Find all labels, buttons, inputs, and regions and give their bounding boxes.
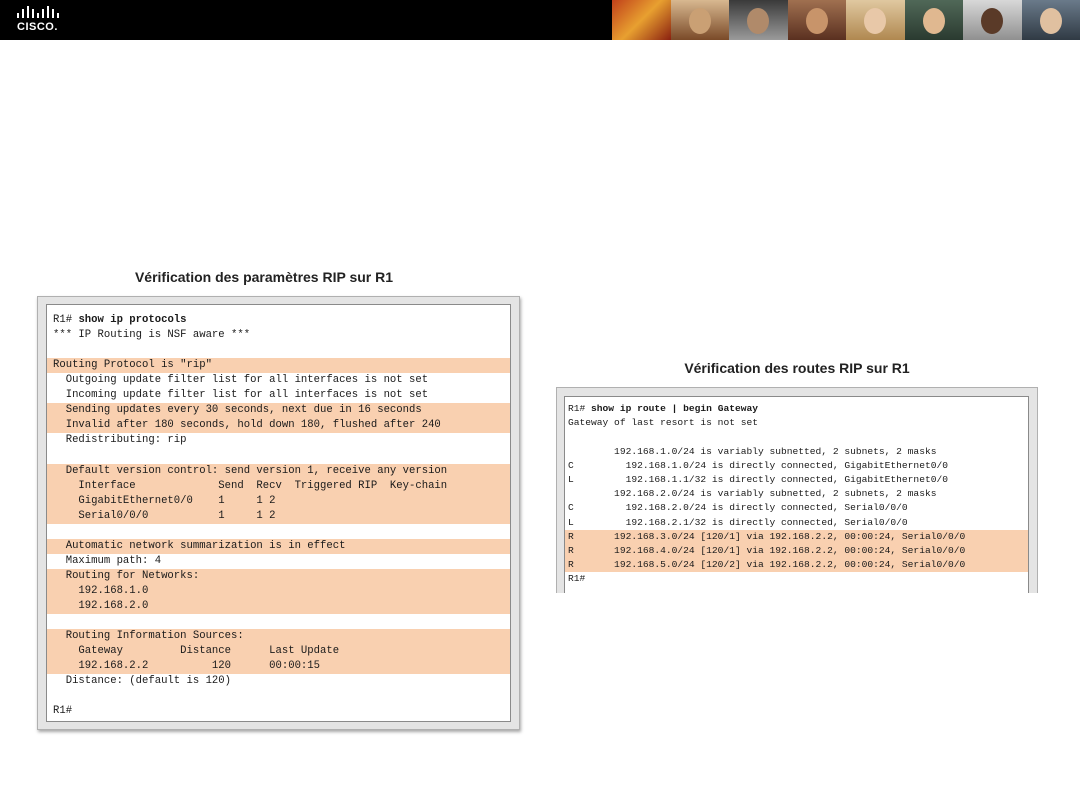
terminal-line: 192.168.2.0/24 is variably subnetted, 2 …	[568, 488, 937, 500]
terminal-line: *** IP Routing is NSF aware ***	[53, 329, 251, 342]
terminal-line-highlighted: Routing for Networks:	[47, 568, 510, 584]
photo-tile	[846, 0, 905, 40]
terminal-line-highlighted: GigabitEthernet0/0 1 1 2	[47, 493, 510, 509]
cisco-logo-text: CISCO.	[17, 21, 58, 33]
terminal-line-highlighted: Default version control: send version 1,…	[47, 463, 510, 479]
terminal-line-highlighted: 192.168.2.0	[47, 598, 510, 614]
terminal-line: Gateway of last resort is not set	[568, 417, 758, 429]
photo-tile	[904, 0, 963, 40]
terminal-line: Incoming update filter list for all inte…	[53, 389, 429, 402]
rip-parameters-terminal: R1# show ip protocols *** IP Routing is N…	[46, 304, 511, 722]
terminal-line: C 192.168.1.0/24 is directly connected, …	[568, 459, 948, 471]
cli-command: show ip route | begin Gateway	[591, 403, 758, 414]
terminal-line-highlighted: Routing Protocol is "rip"	[47, 358, 510, 374]
photo-tile	[1021, 0, 1080, 40]
terminal-line: R1# show ip route | begin Gateway	[565, 402, 1028, 416]
terminal-line-highlighted: R 192.168.3.0/24 [120/1] via 192.168.2.2…	[565, 529, 1028, 544]
photo-tile	[612, 0, 671, 40]
terminal-line-highlighted: Invalid after 180 seconds, hold down 180…	[47, 418, 510, 434]
photo-tile	[963, 0, 1022, 40]
rip-routes-terminal: R1# show ip route | begin Gateway Gateway…	[564, 396, 1029, 593]
terminal-line: Distance: (default is 120)	[53, 675, 232, 688]
terminal-line-highlighted: R 192.168.5.0/24 [120/2] via 192.168.2.2…	[565, 558, 1028, 573]
cisco-bars-icon	[17, 6, 59, 18]
cisco-logo: CISCO.	[16, 6, 64, 36]
terminal-line-highlighted: Sending updates every 30 seconds, next d…	[47, 403, 510, 419]
terminal-line-highlighted: 192.168.2.2 120 00:00:15	[47, 659, 510, 675]
terminal-line-highlighted: R 192.168.4.0/24 [120/1] via 192.168.2.2…	[565, 544, 1028, 559]
terminal-line-highlighted: 192.168.1.0	[47, 583, 510, 599]
terminal-line: L 192.168.2.1/32 is directly connected, …	[568, 516, 908, 528]
terminal-line-highlighted: Interface Send Recv Triggered RIP Key-ch…	[47, 478, 510, 494]
photo-tile	[729, 0, 788, 40]
terminal-line: L 192.168.1.1/32 is directly connected, …	[568, 474, 948, 485]
terminal-line-highlighted: Routing Information Sources:	[47, 629, 510, 645]
terminal-line-highlighted: Serial0/0/0 1 1 2	[47, 508, 510, 524]
terminal-line-highlighted: Gateway Distance Last Update	[47, 644, 510, 660]
cli-prompt: R1#	[53, 314, 79, 326]
terminal-line: Outgoing update filter list for all inte…	[53, 374, 429, 387]
terminal-line: C 192.168.2.0/24 is directly connected, …	[568, 502, 908, 514]
terminal-line: R1#	[53, 705, 73, 718]
cli-prompt: R1#	[568, 403, 592, 414]
cli-command: show ip protocols	[78, 314, 187, 326]
header-photo-strip	[612, 0, 1080, 40]
rip-routes-title: Vérification des routes RIP sur R1	[684, 360, 910, 376]
terminal-line: 192.168.1.0/24 is variably subnetted, 2 …	[568, 445, 937, 457]
photo-tile	[787, 0, 846, 40]
rip-parameters-title: Vérification des paramètres RIP sur R1	[134, 269, 394, 285]
photo-tile	[670, 0, 729, 40]
terminal-line: Redistributing: rip	[53, 434, 187, 447]
terminal-line: R1# show ip protocols	[47, 313, 510, 328]
terminal-line: Maximum path: 4	[53, 554, 162, 567]
header-bar: CISCO.	[0, 0, 1080, 40]
terminal-line-highlighted: Automatic network summarization is in ef…	[47, 538, 510, 554]
terminal-line: R1#	[568, 573, 586, 585]
